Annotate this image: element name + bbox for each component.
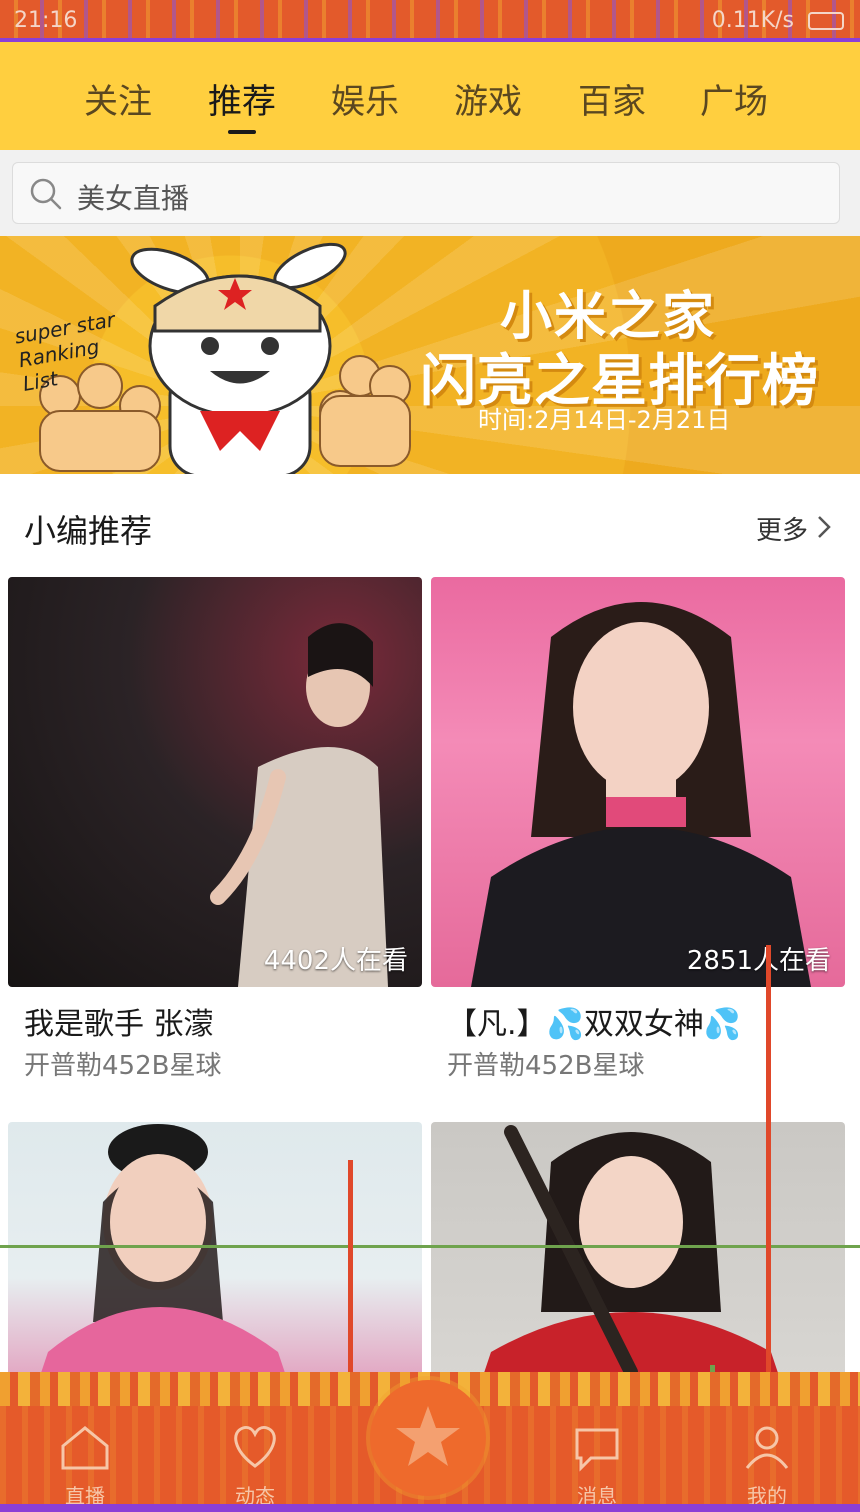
tab-follow[interactable]: 关注 [84,74,152,123]
stream-location: 开普勒452B星球 [24,1051,222,1081]
tab-games[interactable]: 游戏 [454,74,522,123]
host-figure [38,1124,288,1382]
chevron-right-icon[interactable] [816,514,832,540]
glitch-line [0,1245,860,1248]
tab-baijia[interactable]: 百家 [578,74,646,123]
tab-recommend[interactable]: 推荐 [208,74,276,123]
nav-feed[interactable]: 动态 [200,1416,310,1512]
chat-icon [575,1428,619,1472]
search-area: 美女直播 [0,150,860,236]
glitch-line [766,945,771,1405]
star-icon [396,1406,460,1466]
status-indicators: 0.11K/s [712,8,844,33]
stream-location: 开普勒452B星球 [447,1051,645,1081]
host-figure [471,602,811,987]
tab-square[interactable]: 广场 [700,74,768,123]
heart-icon [234,1426,276,1468]
status-bar: 21:16 0.11K/s [0,0,860,42]
viewer-count: 2851人在看 [686,946,831,976]
stream-thumbnail[interactable]: 4402人在看 [8,577,422,987]
stream-card[interactable]: 2851人在看 【凡.】💦双双女神💦 开普勒452B星球 [431,577,845,1097]
stream-thumbnail[interactable] [8,1122,422,1382]
search-input[interactable]: 美女直播 [12,162,840,224]
network-speed: 0.11K/s [711,8,794,33]
stream-thumbnail[interactable]: 2851人在看 [431,577,845,987]
home-icon [61,1426,109,1470]
go-live-button[interactable] [370,1380,486,1496]
stream-card[interactable] [8,1122,422,1382]
glitch-line [348,1160,353,1405]
nav-messages[interactable]: 消息 [542,1416,652,1512]
stream-card[interactable]: 4402人在看 我是歌手 张濛 开普勒452B星球 [8,577,422,1097]
stream-card[interactable] [431,1122,845,1382]
battery-icon [808,11,844,30]
promo-banner[interactable]: super star Ranking List 小米之家 闪亮之星排行榜 时间:… [0,236,860,474]
top-tab-bar: 关注 推荐 娱乐 游戏 百家 广场 [0,42,860,150]
singer-figure [210,623,388,987]
user-icon [745,1426,789,1469]
stream-thumbnail[interactable] [431,1122,845,1382]
nav-profile[interactable]: 我的 [712,1416,822,1512]
active-tab-indicator [228,130,256,134]
status-time: 21:16 [14,8,78,33]
search-icon [30,178,62,210]
nav-live[interactable]: 直播 [30,1416,140,1512]
search-placeholder: 美女直播 [77,182,190,215]
more-link[interactable]: 更多 [756,510,808,547]
host-figure [481,1125,781,1382]
bottom-divider [0,1504,860,1512]
stream-title: 【凡.】💦双双女神💦 [447,1007,742,1042]
stream-title: 我是歌手 张濛 [24,1007,214,1042]
banner-date: 时间:2月14日-2月21日 [478,406,731,434]
section-title: 小编推荐 [24,512,153,550]
viewer-count: 4402人在看 [263,946,408,976]
tab-entertainment[interactable]: 娱乐 [331,74,399,123]
